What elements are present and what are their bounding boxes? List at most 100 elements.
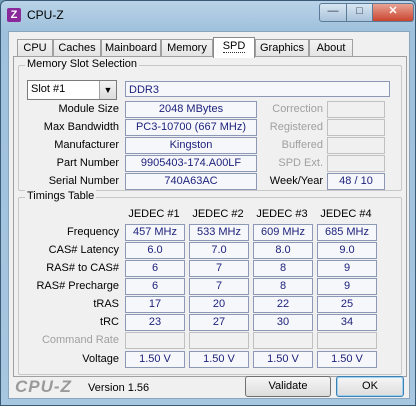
footer-bar: CPU-Z Version 1.56 Validate OK [9, 376, 409, 398]
serial-number-label: Serial Number [48, 175, 119, 187]
tab-cpu[interactable]: CPU [17, 39, 53, 57]
voltage-label: Voltage [82, 353, 119, 365]
max-bandwidth-label: Max Bandwidth [43, 121, 119, 133]
slot-select[interactable]: Slot #1 ▼ [27, 80, 117, 100]
cas-latency-jedec-2: 7.0 [189, 242, 249, 259]
title-bar[interactable]: Z CPU-Z — □ ✕ [1, 1, 415, 29]
buffered-label: Buffered [281, 139, 323, 151]
tras-jedec-1: 17 [125, 296, 185, 313]
command-rate-jedec-4 [317, 332, 377, 349]
trc-label: tRC [100, 316, 119, 328]
client-area: CPU Caches Mainboard Memory SPD Graphics… [8, 31, 410, 399]
spd-ext-label: SPD Ext. [278, 157, 323, 169]
ras-precharge-jedec-2: 7 [189, 278, 249, 295]
week-year-label: Week/Year [269, 175, 323, 187]
trc-jedec-3: 30 [253, 314, 313, 331]
voltage-jedec-3: 1.50 V [253, 351, 313, 368]
jedec-3-header: JEDEC #3 [256, 208, 308, 220]
tab-caches[interactable]: Caches [53, 39, 101, 57]
frequency-jedec-3: 609 MHz [253, 224, 313, 241]
cpuz-window: Z CPU-Z — □ ✕ CPU Caches Mainboard Memor… [0, 0, 416, 406]
frequency-jedec-2: 533 MHz [189, 224, 249, 241]
tras-jedec-2: 20 [189, 296, 249, 313]
spd-ext-value [327, 155, 385, 172]
memory-type-field: DDR3 [125, 81, 390, 97]
validate-button[interactable]: Validate [245, 376, 331, 397]
max-bandwidth-value: PC3-10700 (667 MHz) [125, 119, 257, 136]
ras-precharge-jedec-1: 6 [125, 278, 185, 295]
command-rate-jedec-2 [189, 332, 249, 349]
serial-number-value: 740A63AC [125, 173, 257, 190]
window-title: CPU-Z [27, 8, 64, 22]
tab-label: CPU [23, 42, 47, 54]
trc-jedec-1: 23 [125, 314, 185, 331]
spd-panel: Memory Slot Selection Slot #1 ▼ DDR3 Mod… [13, 56, 407, 377]
registered-label: Registered [269, 121, 323, 133]
registered-value [327, 119, 385, 136]
module-size-label: Module Size [58, 103, 119, 115]
command-rate-label: Command Rate [41, 334, 119, 346]
memory-slot-group: Memory Slot Selection Slot #1 ▼ DDR3 Mod… [18, 58, 402, 191]
ras-to-cas-jedec-3: 8 [253, 260, 313, 277]
jedec-2-header: JEDEC #2 [192, 208, 244, 220]
tab-label: Memory [167, 42, 207, 54]
tab-label: Caches [58, 42, 96, 54]
close-button[interactable]: ✕ [372, 3, 414, 22]
command-rate-jedec-3 [253, 332, 313, 349]
week-year-value: 48 / 10 [327, 173, 385, 190]
ras-to-cas-jedec-2: 7 [189, 260, 249, 277]
timings-table-group: Timings Table JEDEC #1 JEDEC #2 JEDEC #3… [18, 190, 402, 375]
jedec-4-header: JEDEC #4 [320, 208, 372, 220]
tab-label: About [316, 42, 346, 54]
buffered-value [327, 137, 385, 154]
minimize-button[interactable]: — [319, 3, 347, 22]
version-text: Version 1.56 [88, 382, 150, 394]
tras-label: tRAS [93, 298, 119, 310]
frequency-jedec-4: 685 MHz [317, 224, 377, 241]
voltage-jedec-1: 1.50 V [125, 351, 185, 368]
ok-button[interactable]: OK [336, 376, 404, 397]
trc-jedec-4: 34 [317, 314, 377, 331]
cpuz-app-icon: Z [7, 8, 21, 22]
ras-to-cas-jedec-4: 9 [317, 260, 377, 277]
tras-jedec-4: 25 [317, 296, 377, 313]
cas-latency-jedec-1: 6.0 [125, 242, 185, 259]
part-number-value: 9905403-174.A00LF [125, 155, 257, 172]
cpuz-brand-logo: CPU-Z [15, 377, 72, 396]
part-number-label: Part Number [56, 157, 119, 169]
tab-label: Graphics [259, 42, 305, 54]
manufacturer-value: Kingston [125, 137, 257, 154]
tab-label: Mainboard [105, 42, 157, 54]
tab-label: SPD [222, 40, 246, 53]
tras-jedec-3: 22 [253, 296, 313, 313]
frequency-label: Frequency [67, 226, 119, 238]
voltage-jedec-4: 1.50 V [317, 351, 377, 368]
tab-memory[interactable]: Memory [161, 39, 213, 57]
cas-latency-jedec-3: 8.0 [253, 242, 313, 259]
ras-to-cas-jedec-1: 6 [125, 260, 185, 277]
module-size-value: 2048 MBytes [125, 101, 257, 118]
command-rate-jedec-1 [125, 332, 185, 349]
correction-value [327, 101, 385, 118]
cas-latency-jedec-4: 9.0 [317, 242, 377, 259]
maximize-button[interactable]: □ [346, 3, 373, 22]
correction-label: Correction [272, 103, 323, 115]
slot-select-value: Slot #1 [31, 83, 66, 95]
ras-precharge-label: RAS# Precharge [36, 280, 119, 292]
frequency-jedec-1: 457 MHz [125, 224, 185, 241]
jedec-1-header: JEDEC #1 [128, 208, 180, 220]
tab-mainboard[interactable]: Mainboard [101, 39, 161, 57]
tab-graphics[interactable]: Graphics [255, 39, 309, 57]
manufacturer-label: Manufacturer [54, 139, 119, 151]
timings-table-title: Timings Table [25, 190, 97, 202]
ras-precharge-jedec-4: 9 [317, 278, 377, 295]
memory-slot-group-title: Memory Slot Selection [25, 58, 140, 70]
ras-precharge-jedec-3: 8 [253, 278, 313, 295]
voltage-jedec-2: 1.50 V [189, 351, 249, 368]
chevron-down-icon[interactable]: ▼ [99, 81, 116, 99]
ras-to-cas-label: RAS# to CAS# [46, 262, 119, 274]
trc-jedec-2: 27 [189, 314, 249, 331]
cas-latency-label: CAS# Latency [48, 244, 119, 256]
tab-spd[interactable]: SPD [213, 37, 255, 58]
tab-about[interactable]: About [309, 39, 353, 57]
